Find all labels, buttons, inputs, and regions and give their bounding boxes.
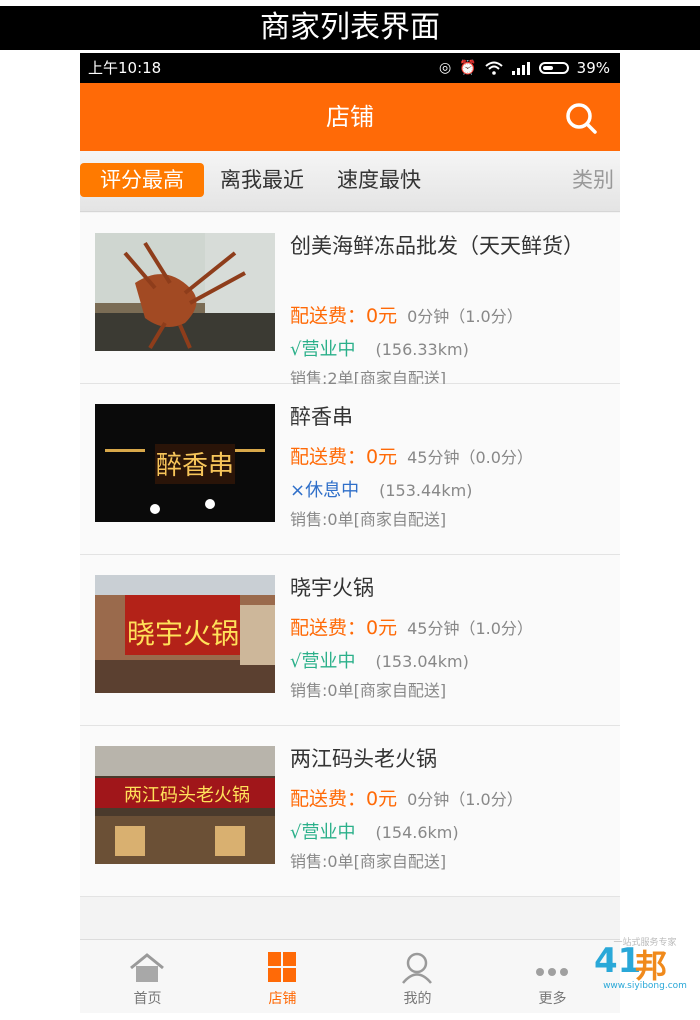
filter-nearest[interactable]: 离我最近 [220,163,304,197]
delivery-time-rating: 0分钟（1.0分） [407,307,523,326]
delivery-fee: 配送费：0元 [290,788,398,810]
phone-screen: 上午10:18 ◎ ⏰ 39% 店铺 评分最高 离我最近 速度最快 类别 创美海… [80,53,620,1013]
status-time: 上午10:18 [88,59,162,77]
alarm-icon: ⏰ [459,60,477,76]
delivery-time-rating: 45分钟（0.0分） [407,448,533,467]
shop-item[interactable]: 创美海鲜冻品批发（天天鲜货） 配送费：0元 0分钟（1.0分） √营业中 (156.… [80,213,620,388]
distance: (153.44km) [379,481,473,500]
shops-grid-icon [268,952,296,982]
user-icon [402,952,432,984]
shop-name: 晓宇火锅 [290,576,374,600]
status-row: √营业中 (154.6km) [290,818,459,844]
filter-top-rated[interactable]: 评分最高 [80,163,204,197]
tab-mine-label: 我的 [403,991,432,1007]
shop-item[interactable]: 两江码头老火锅 两江码头老火锅 配送费：0元 0分钟（1.0分） √营业中 (154… [80,726,620,897]
delivery-time-rating: 0分钟（1.0分） [407,790,523,809]
shop-item[interactable]: 晓宇火锅 晓宇火锅 配送费：0元 45分钟（1.0分） √营业中 (153.04km… [80,555,620,726]
shop-item[interactable]: 醉香串 醉香串 配送费：0元 45分钟（0.0分） ×休息中 (153.44km) … [80,384,620,555]
search-icon[interactable] [564,101,598,135]
distance: (154.6km) [375,823,459,842]
filter-fastest[interactable]: 速度最快 [337,163,421,197]
battery-level: 39% [576,59,610,77]
bottom-tab-bar: 首页 店铺 我的 更多 [80,939,620,1013]
sync-icon: ◎ [439,60,452,76]
delivery-info: 配送费：0元 0分钟（1.0分） [290,784,523,811]
shop-photo [95,233,275,351]
delivery-fee: 配送费：0元 [290,446,398,468]
watermark-logo: 一站式服务专家 41 邦 www.siyibong.com [590,935,700,995]
shop-photo: 醉香串 [95,404,275,522]
delivery-info: 配送费：0元 45分钟（1.0分） [290,613,533,640]
header-title: 店铺 [326,103,374,131]
tab-shops[interactable]: 店铺 [215,940,350,1013]
svg-text:晓宇火锅: 晓宇火锅 [127,617,239,650]
delivery-fee: 配送费：0元 [290,305,398,327]
watermark-url: www.siyibong.com [603,981,687,991]
filter-category[interactable]: 类别 [572,163,614,197]
svg-text:两江码头老火锅: 两江码头老火锅 [124,785,250,806]
delivery-fee: 配送费：0元 [290,617,398,639]
sales-info: 销售:0单[商家自配送] [290,681,447,700]
shop-name: 两江码头老火锅 [290,747,437,771]
open-status: √营业中 [290,822,356,843]
tab-home[interactable]: 首页 [80,940,215,1013]
status-icons: ◎ ⏰ 39% [439,53,610,83]
shop-photo: 晓宇火锅 [95,575,275,693]
closed-status: ×休息中 [290,480,360,501]
distance: (153.04km) [375,652,469,671]
tab-mine[interactable]: 我的 [350,940,485,1013]
signal-icon [511,62,530,75]
open-status: √营业中 [290,339,356,360]
filter-bar: 评分最高 离我最近 速度最快 类别 [80,151,620,212]
wifi-icon [484,61,503,75]
tab-home-label: 首页 [133,991,162,1007]
tab-shops-label: 店铺 [268,991,297,1007]
svg-text:醉香串: 醉香串 [156,451,234,481]
sales-info: 销售:0单[商家自配送] [290,510,447,529]
status-row: √营业中 (156.33km) [290,335,469,361]
delivery-info: 配送费：0元 45分钟（0.0分） [290,442,533,469]
distance: (156.33km) [375,340,469,359]
open-status: √营业中 [290,651,356,672]
shop-name: 醉香串 [290,405,353,429]
status-bar: 上午10:18 ◎ ⏰ 39% [80,53,620,83]
delivery-info: 配送费：0元 0分钟（1.0分） [290,301,523,328]
sales-info: 销售:0单[商家自配送] [290,852,447,871]
status-row: √营业中 (153.04km) [290,647,469,673]
status-row: ×休息中 (153.44km) [290,476,472,502]
battery-icon [538,62,569,74]
shop-list: 创美海鲜冻品批发（天天鲜货） 配送费：0元 0分钟（1.0分） √营业中 (156.… [80,213,620,897]
delivery-time-rating: 45分钟（1.0分） [407,619,533,638]
app-header: 店铺 [80,83,620,151]
page-caption: 商家列表界面 [0,6,700,50]
more-dots-icon [536,968,568,976]
home-icon [130,953,164,982]
shop-name: 创美海鲜冻品批发（天天鲜货） [290,234,584,258]
shop-photo: 两江码头老火锅 [95,746,275,864]
